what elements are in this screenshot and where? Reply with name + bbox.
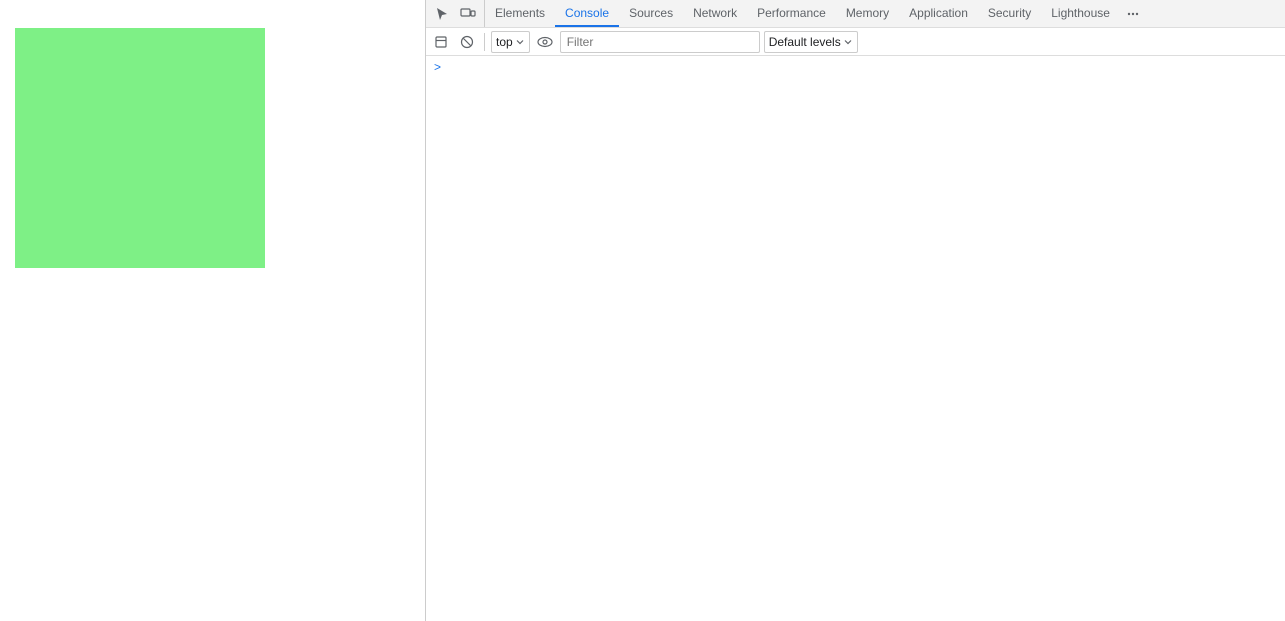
tab-security[interactable]: Security bbox=[978, 0, 1041, 27]
devtools-icons-left bbox=[426, 0, 485, 27]
clear-console-icon[interactable] bbox=[456, 31, 478, 53]
console-toolbar: top Default levels bbox=[426, 28, 1285, 56]
devtools-panel: Elements Console Sources Network Perform… bbox=[425, 0, 1285, 621]
devtools-tab-bar: Elements Console Sources Network Perform… bbox=[426, 0, 1285, 28]
tab-console[interactable]: Console bbox=[555, 0, 619, 27]
console-content: > bbox=[426, 56, 1285, 621]
tab-memory[interactable]: Memory bbox=[836, 0, 899, 27]
inspect-icon[interactable] bbox=[430, 2, 454, 26]
devtools-tabs: Elements Console Sources Network Perform… bbox=[485, 0, 1285, 27]
tab-performance[interactable]: Performance bbox=[747, 0, 836, 27]
tab-sources[interactable]: Sources bbox=[619, 0, 683, 27]
tab-application[interactable]: Application bbox=[899, 0, 978, 27]
toolbar-divider-1 bbox=[484, 33, 485, 51]
page-area bbox=[0, 0, 425, 621]
tab-more-button[interactable] bbox=[1120, 0, 1146, 27]
context-selector[interactable]: top bbox=[491, 31, 530, 53]
console-prompt[interactable]: > bbox=[426, 58, 1285, 76]
green-box bbox=[15, 28, 265, 268]
console-collapse-icon[interactable] bbox=[430, 31, 452, 53]
tab-lighthouse[interactable]: Lighthouse bbox=[1041, 0, 1120, 27]
default-levels-dropdown[interactable]: Default levels bbox=[764, 31, 858, 53]
eye-icon[interactable] bbox=[534, 31, 556, 53]
filter-input[interactable] bbox=[560, 31, 760, 53]
tab-elements[interactable]: Elements bbox=[485, 0, 555, 27]
tab-network[interactable]: Network bbox=[683, 0, 747, 27]
device-toggle-icon[interactable] bbox=[456, 2, 480, 26]
